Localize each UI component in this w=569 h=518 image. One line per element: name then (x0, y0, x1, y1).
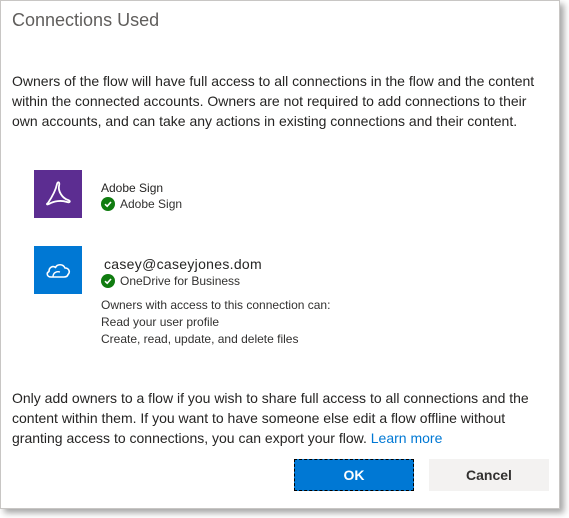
footer-text: Only add owners to a flow if you wish to… (12, 388, 552, 448)
check-circle-icon (101, 197, 115, 211)
connection-status-adobe: Adobe Sign (101, 197, 182, 211)
cancel-button[interactable]: Cancel (429, 459, 549, 491)
footer-warning: Only add owners to a flow if you wish to… (12, 390, 529, 446)
permission-item: Create, read, update, and delete files (101, 332, 299, 346)
learn-more-link[interactable]: Learn more (371, 430, 443, 446)
permissions-heading: Owners with access to this connection ca… (101, 298, 331, 312)
adobe-sign-icon (34, 170, 82, 218)
onedrive-icon (34, 246, 82, 294)
connection-status-label: Adobe Sign (120, 197, 183, 211)
connections-used-dialog: Connections Used Owners of the flow will… (0, 0, 560, 509)
dialog-title: Connections Used (12, 10, 160, 30)
connection-status-label: OneDrive for Business (120, 274, 241, 288)
permission-item: Read your user profile (101, 315, 220, 329)
connection-name-adobe: Adobe Sign (101, 181, 164, 195)
connection-account-email: casey@caseyjones.dom (104, 256, 262, 272)
intro-text: Owners of the flow will have full access… (12, 73, 535, 129)
ok-button[interactable]: OK (294, 459, 414, 491)
check-circle-icon (101, 274, 115, 288)
connection-status-onedrive: OneDrive for Business (101, 274, 240, 288)
